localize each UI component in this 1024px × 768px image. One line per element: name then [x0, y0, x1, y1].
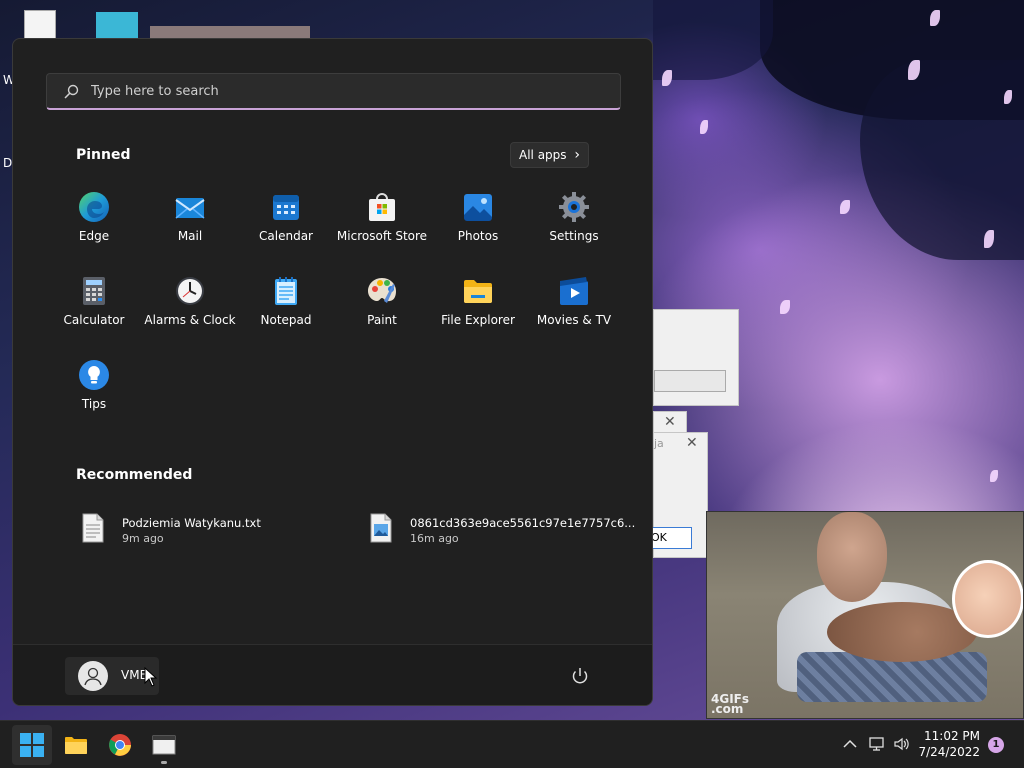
recommended-item-name: Podziemia Watykanu.txt	[122, 516, 261, 530]
recommended-item[interactable]: 0861cd363e9ace5561c97e1e7757c6... 16m ag…	[370, 513, 635, 553]
desktop-app-icon[interactable]	[96, 12, 138, 40]
folder-icon	[464, 280, 492, 303]
power-icon[interactable]	[569, 665, 591, 687]
recommended-item-name: 0861cd363e9ace5561c97e1e7757c6...	[410, 516, 636, 530]
all-apps-button[interactable]: All apps ›	[510, 142, 589, 168]
taskbar-clock[interactable]: 11:02 PM 7/24/2022	[916, 728, 980, 760]
pinned-app-label: Settings	[549, 229, 599, 243]
gif-person-head	[817, 512, 887, 602]
paint-icon	[368, 278, 396, 303]
notification-badge[interactable]: 1	[988, 737, 1004, 753]
all-apps-label: All apps	[519, 148, 567, 162]
pinned-app-edge[interactable]: Edge	[46, 191, 142, 265]
store-icon	[369, 193, 395, 221]
gif-face-overlay	[952, 560, 1023, 638]
pinned-app-photos[interactable]: Photos	[430, 191, 526, 265]
clock-time: 11:02 PM	[924, 729, 980, 743]
start-menu: Pinned All apps › Edge Mail Calendar	[12, 38, 653, 706]
taskbar-file-explorer-button[interactable]	[56, 725, 96, 765]
windows-logo-icon	[20, 733, 44, 757]
volume-icon[interactable]	[893, 735, 911, 753]
calendar-icon	[273, 195, 299, 220]
tips-icon	[79, 360, 109, 390]
pinned-app-file-explorer[interactable]: File Explorer	[430, 275, 526, 349]
text-file-icon	[82, 513, 104, 543]
start-menu-footer: VME	[13, 644, 652, 705]
pinned-app-calendar[interactable]: Calendar	[238, 191, 334, 265]
recommended-item-time: 16m ago	[410, 532, 459, 545]
chevron-right-icon: ›	[574, 147, 580, 163]
pinned-app-mail[interactable]: Mail	[142, 191, 238, 265]
mouse-cursor-icon	[144, 667, 158, 687]
pinned-app-label: Movies & TV	[536, 313, 612, 327]
mail-icon	[175, 198, 205, 219]
taskbar-window-button[interactable]	[144, 725, 184, 765]
recommended-section-title: Recommended	[76, 467, 193, 483]
settings-icon	[559, 192, 589, 222]
dialog-input-field[interactable]	[654, 370, 726, 392]
window-icon	[152, 735, 176, 755]
network-icon[interactable]	[868, 735, 886, 753]
gif-watermark: 4GIFs .com	[711, 692, 750, 716]
dialog-title-fragment: ja	[654, 437, 664, 450]
pinned-app-label: Tips	[81, 397, 107, 411]
search-icon	[64, 84, 79, 99]
chrome-icon	[109, 734, 131, 756]
search-input[interactable]	[89, 74, 613, 109]
pinned-app-alarms-clock[interactable]: Alarms & Clock	[142, 275, 238, 349]
search-box[interactable]	[46, 73, 621, 110]
clock-date: 7/24/2022	[918, 745, 980, 759]
avatar	[78, 661, 108, 691]
pinned-app-notepad[interactable]: Notepad	[238, 275, 334, 349]
running-indicator	[161, 761, 167, 764]
recommended-item-time: 9m ago	[122, 532, 164, 545]
pinned-app-calculator[interactable]: Calculator	[46, 275, 142, 349]
taskbar-chrome-button[interactable]	[100, 725, 140, 765]
animated-gif-image: 4GIFs .com	[706, 511, 1024, 719]
pinned-app-tips[interactable]: Tips	[46, 359, 142, 433]
start-button[interactable]	[12, 725, 52, 765]
photos-icon	[464, 194, 492, 221]
close-icon[interactable]: ✕	[686, 435, 698, 451]
background-dialog[interactable]	[653, 309, 739, 406]
folder-icon	[65, 737, 87, 754]
pinned-app-movies-tv[interactable]: Movies & TV	[526, 275, 622, 349]
calculator-icon	[83, 277, 105, 305]
recommended-item[interactable]: Podziemia Watykanu.txt 9m ago	[82, 513, 332, 553]
chevron-up-icon[interactable]	[841, 735, 859, 753]
clock-icon	[176, 277, 204, 305]
background-message-box[interactable]: ja ✕ OK	[650, 432, 708, 558]
image-file-icon	[370, 513, 392, 543]
pinned-section-title: Pinned	[76, 147, 131, 163]
user-icon	[84, 667, 102, 686]
edge-icon	[79, 192, 109, 222]
close-icon[interactable]: ✕	[664, 414, 676, 430]
pinned-app-settings[interactable]: Settings	[526, 191, 622, 265]
pinned-app-microsoft-store[interactable]: Microsoft Store	[334, 191, 430, 265]
ok-button-label: OK	[651, 531, 667, 544]
ok-button[interactable]: OK	[650, 527, 692, 549]
movies-icon	[560, 277, 588, 305]
taskbar: 11:02 PM 7/24/2022 1	[0, 720, 1024, 768]
pinned-app-paint[interactable]: Paint	[334, 275, 430, 349]
notepad-icon	[275, 277, 297, 305]
